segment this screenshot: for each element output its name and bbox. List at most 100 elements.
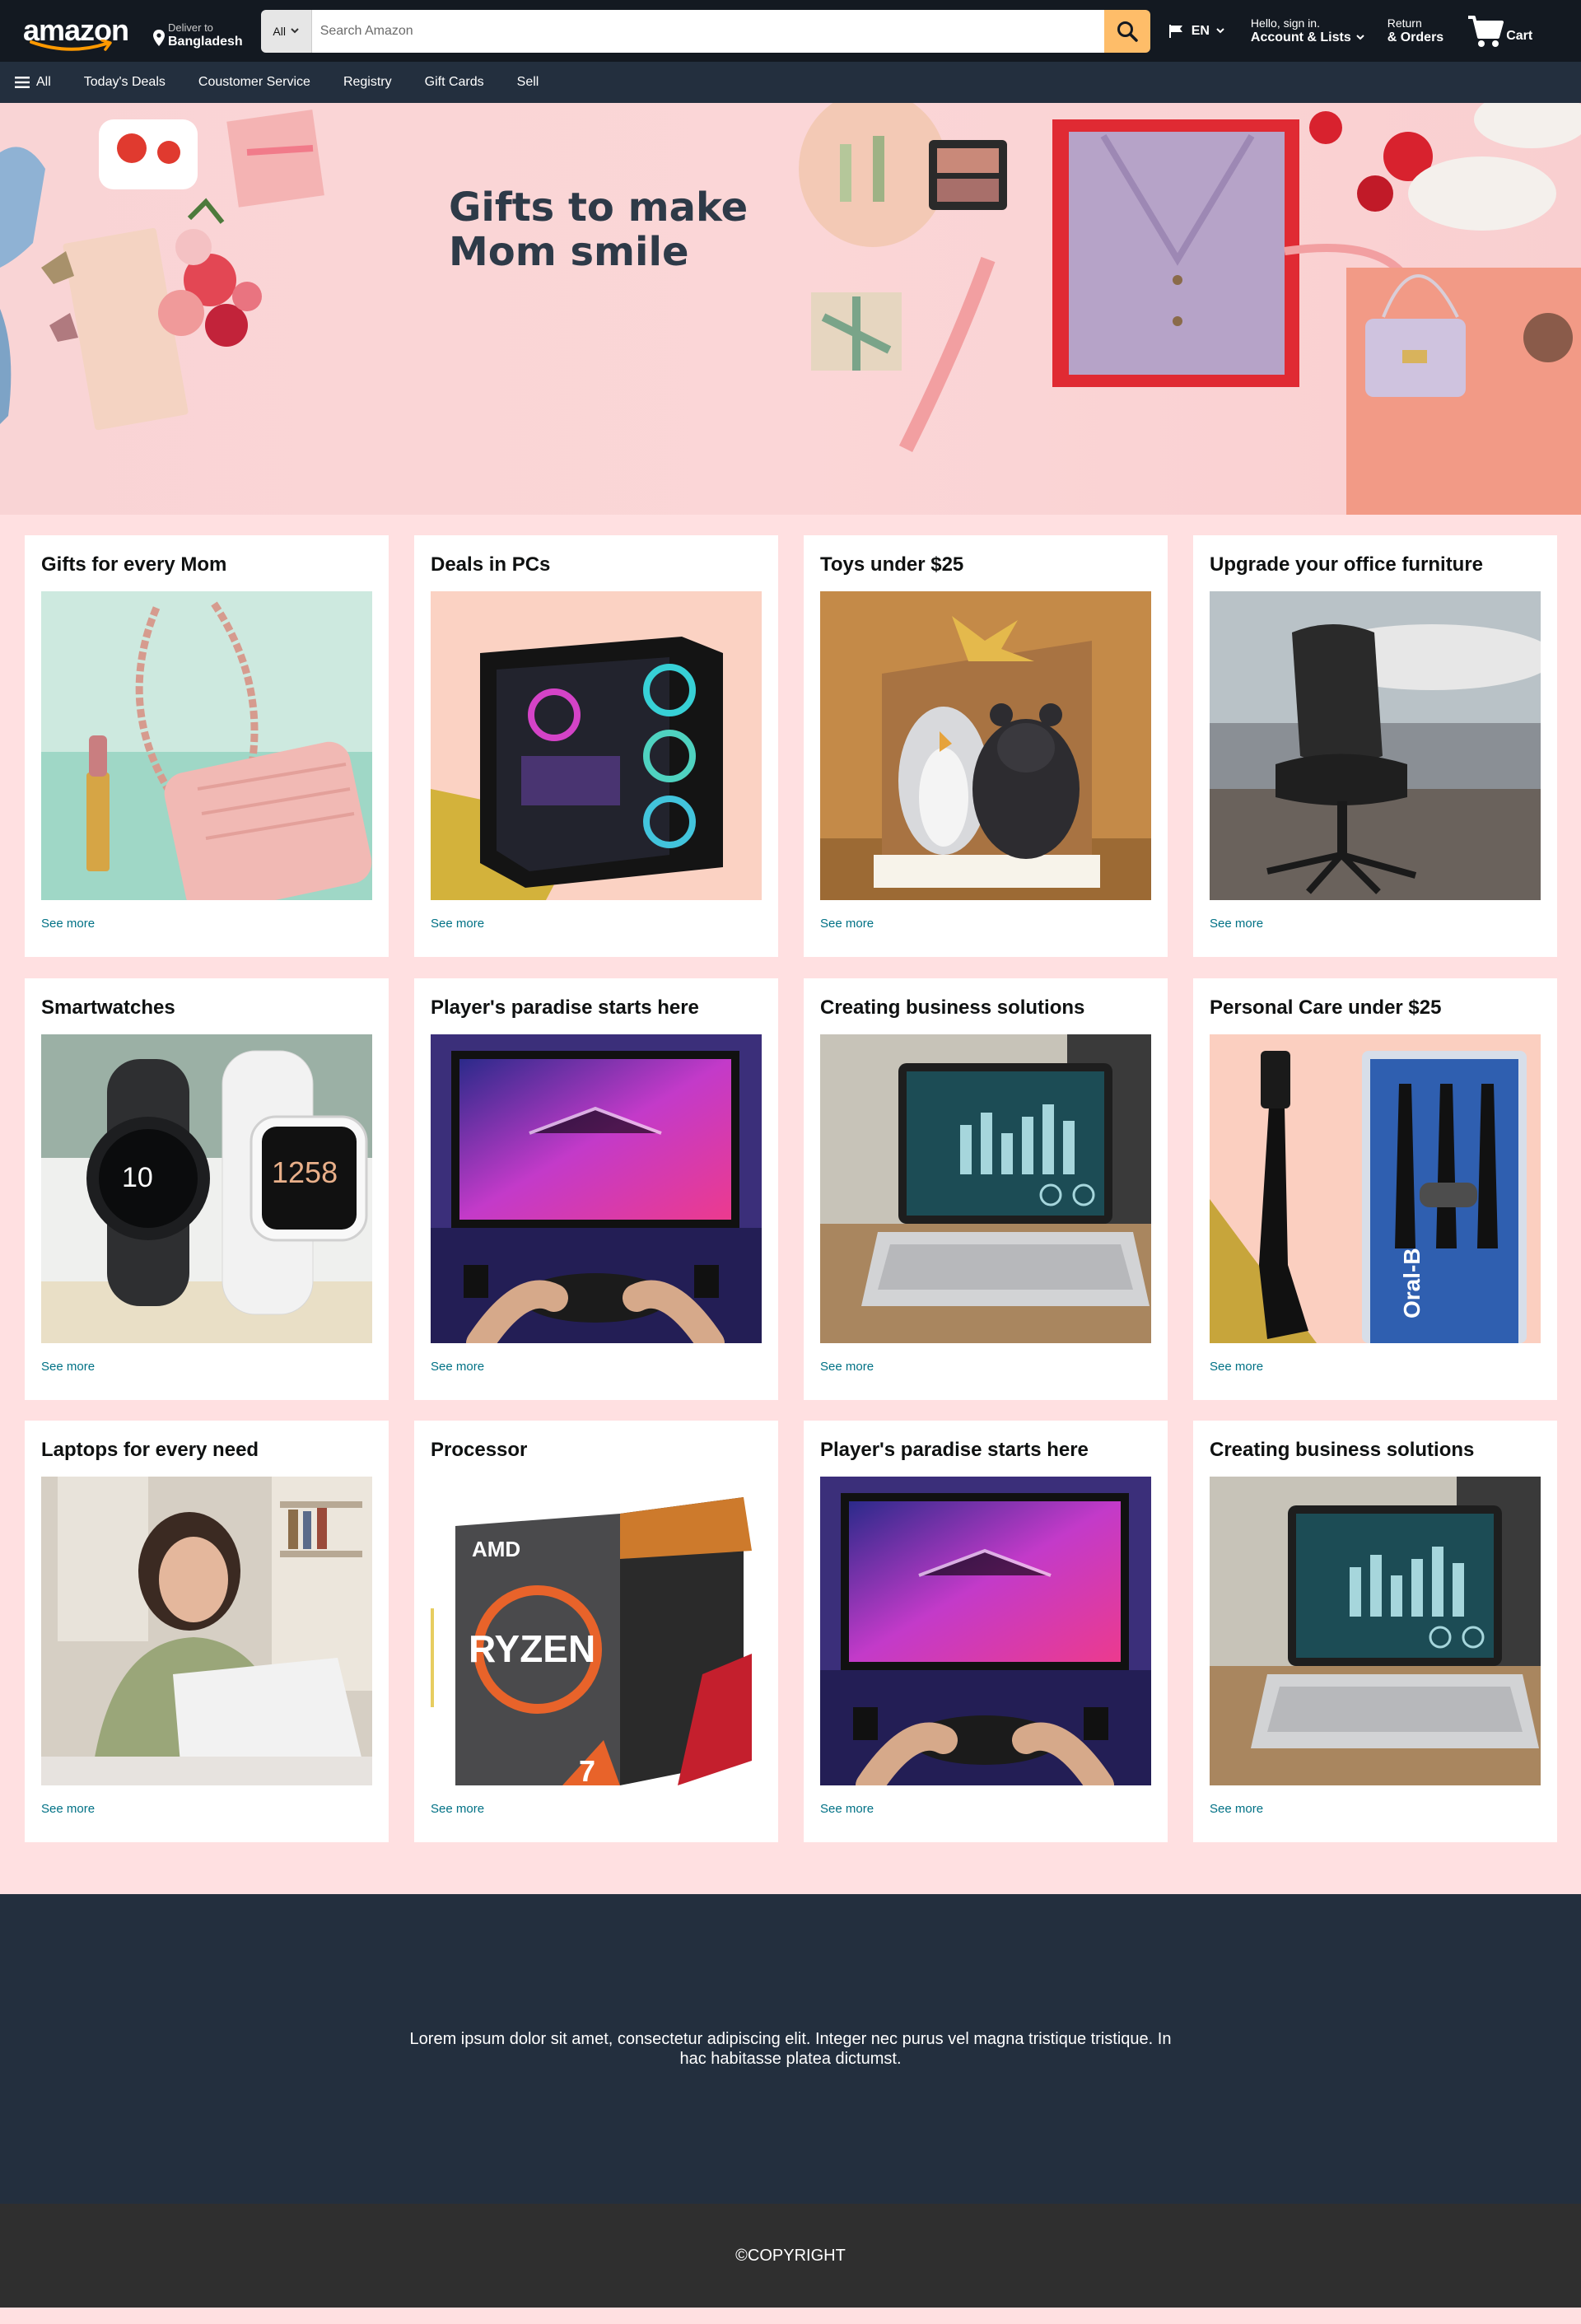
see-more-link[interactable]: See more [1210,1360,1541,1374]
search-category-select[interactable]: All [260,9,312,53]
hero-title-line1: Gifts to make [449,184,749,231]
footer: Lorem ipsum dolor sit amet, consectetur … [0,1894,1581,2204]
watch-time-1: 10 [122,1162,153,1193]
account-label-row: Account & Lists [1251,30,1364,45]
amazon-logo[interactable]: amazon [20,10,135,53]
all-menu-button[interactable]: All [15,75,51,90]
subnav-todays-deals[interactable]: Today's Deals [84,75,166,90]
watch-time-2: 1258 [272,1155,338,1189]
see-more-link[interactable]: See more [1210,917,1541,931]
copyright-text: ©COPYRIGHT [735,2246,846,2265]
chevron-down-icon [1356,34,1364,40]
card-title: Player's paradise starts here [431,996,699,1019]
all-menu-label: All [36,75,51,89]
card-image[interactable]: AMD RYZEN 7 [431,1477,762,1785]
see-more-link[interactable]: See more [41,1802,372,1816]
language-label: EN [1191,23,1210,38]
card-image[interactable]: 10 1258 [41,1034,372,1343]
toothbrush-brand: Oral-B [1399,1248,1425,1318]
cpu-name: RYZEN [469,1627,595,1670]
card-image[interactable] [41,1477,372,1785]
card-image[interactable] [41,591,372,900]
account-label: Account & Lists [1250,30,1351,44]
see-more-link[interactable]: See more [820,1802,1151,1816]
subnav-sell[interactable]: Sell [517,75,539,90]
see-more-link[interactable]: See more [820,1360,1151,1374]
search-icon [1117,21,1138,42]
card-business-solutions: Creating business solutions See more [804,978,1168,1400]
subnav-registry[interactable]: Registry [343,75,392,90]
card-personal-care: Personal Care under $25 Oral-B See more [1193,978,1557,1400]
card-title: Creating business solutions [820,996,1085,1019]
card-title: Deals in PCs [431,553,551,576]
card-title: Toys under $25 [820,553,964,576]
search-bar: All [260,9,1150,53]
sub-navigation: All Today's Deals Coustomer Service Regi… [0,62,1581,103]
card-title: Processor [431,1439,528,1461]
footer-text: Lorem ipsum dolor sit amet, consectetur … [409,2030,1172,2068]
card-title: Upgrade your office furniture [1210,553,1484,576]
cart-icon [1468,15,1504,47]
card-business-solutions-2: Creating business solutions See more [1193,1421,1557,1842]
see-more-link[interactable]: See more [41,1360,372,1374]
card-title: Personal Care under $25 [1210,996,1442,1019]
see-more-link[interactable]: See more [820,917,1151,931]
card-image[interactable] [431,1034,762,1343]
see-more-link[interactable]: See more [41,917,372,931]
copyright-bar: ©COPYRIGHT [0,2204,1581,2308]
see-more-link[interactable]: See more [431,1802,762,1816]
card-image[interactable] [431,591,762,900]
card-title: Gifts for every Mom [41,553,227,576]
card-title: Creating business solutions [1210,1439,1475,1461]
card-image[interactable] [820,591,1151,900]
chevron-down-icon [1216,28,1224,34]
account-greeting: Hello, sign in. [1250,16,1320,30]
card-title: Player's paradise starts here [820,1439,1089,1461]
see-more-link[interactable]: See more [431,1360,762,1374]
card-laptops: Laptops for every need See more [25,1421,389,1842]
returns-orders[interactable]: Return & Orders [1387,16,1444,45]
logo-smile-icon [30,39,112,51]
card-image[interactable] [1210,591,1541,900]
deliver-to[interactable]: Deliver to Bangladesh [153,13,243,49]
card-image[interactable] [820,1034,1151,1343]
see-more-link[interactable]: See more [431,917,762,931]
chevron-down-icon [291,28,299,34]
card-image[interactable] [820,1477,1151,1785]
cpu-tier: 7 [579,1754,595,1785]
top-header: amazon Deliver to Bangladesh All Search … [0,0,1581,62]
card-players-paradise: Player's paradise starts here See more [414,978,778,1400]
subnav-customer-service[interactable]: Coustomer Service [198,75,310,90]
card-gifts-for-mom: Gifts for every Mom See more [25,535,389,957]
cpu-brand: AMD [472,1537,520,1561]
cart-button[interactable]: Cart [1467,14,1532,49]
see-more-link[interactable]: See more [1210,1802,1541,1816]
cart-label: Cart [1506,28,1533,43]
hero-title-line2: Mom smile [449,229,689,275]
card-image[interactable] [1210,1477,1541,1785]
flag-icon [1168,24,1182,38]
returns-small: Return [1387,16,1422,30]
search-button[interactable] [1103,9,1150,53]
hero-title: Gifts to make Mom smile [449,185,748,274]
language-selector[interactable]: EN [1168,24,1224,39]
card-title: Laptops for every need [41,1439,259,1461]
card-deals-in-pcs: Deals in PCs See more [414,535,778,957]
card-toys-under-25: Toys under $25 See more [804,535,1168,957]
hero-banner[interactable]: Gifts to make Mom smile [0,103,1581,515]
search-category-label: All [273,24,286,38]
card-smartwatches: Smartwatches 10 1258 See more [25,978,389,1400]
hamburger-icon [15,77,30,88]
location-pin-icon [153,29,165,46]
search-input[interactable] [311,9,1104,53]
deliver-label: Deliver to [168,21,213,34]
card-office-furniture: Upgrade your office furniture See more [1193,535,1557,957]
subnav-gift-cards[interactable]: Gift Cards [425,75,484,90]
card-title: Smartwatches [41,996,175,1019]
returns-label: & Orders [1387,30,1444,44]
card-image[interactable]: Oral-B [1210,1034,1541,1343]
hero-illustration [0,103,1581,515]
account-lists[interactable]: Hello, sign in. Account & Lists [1250,16,1364,45]
card-players-paradise-2: Player's paradise starts here See more [804,1421,1168,1842]
card-processor: Processor AMD RYZEN 7 See more [414,1421,778,1842]
